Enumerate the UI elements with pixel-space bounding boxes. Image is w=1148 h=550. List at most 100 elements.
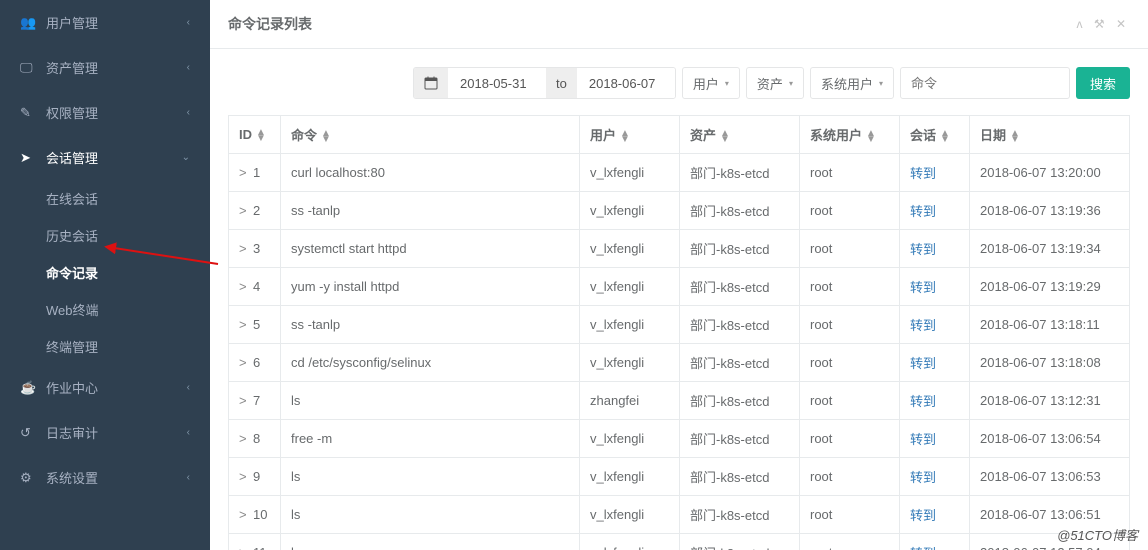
cell-session: 转到 <box>900 496 970 534</box>
cell-user: v_lxfengli <box>580 458 680 496</box>
cell-sysuser: root <box>800 496 900 534</box>
sort-icon: ▲▼ <box>720 131 730 143</box>
sidebar-subitem-2[interactable]: 命令记录 <box>0 254 210 291</box>
table-row: >6 cd /etc/sysconfig/selinux v_lxfengli … <box>229 344 1130 382</box>
table-row: >7 ls zhangfei 部门-k8s-etcd root 转到 2018-… <box>229 382 1130 420</box>
sidebar-item-6[interactable]: ⚙ 系统设置 ‹ <box>0 455 210 500</box>
cell-id: >7 <box>229 382 281 420</box>
expand-icon[interactable]: > <box>239 203 249 218</box>
nav-icon: ☕ <box>20 380 38 396</box>
table-row: >1 curl localhost:80 v_lxfengli 部门-k8s-e… <box>229 154 1130 192</box>
sort-icon: ▲▼ <box>866 131 876 143</box>
cell-sysuser: root <box>800 268 900 306</box>
nav-icon: ➤ <box>20 150 38 166</box>
session-goto-link[interactable]: 转到 <box>910 508 936 523</box>
cell-command: ss -tanlp <box>281 192 580 230</box>
main-content: 命令记录列表 ᴧ ⚒ ✕ to 用户 ▾ <box>210 0 1148 550</box>
col-command[interactable]: 命令▲▼ <box>281 116 580 154</box>
sidebar-subitem-3[interactable]: Web终端 <box>0 291 210 328</box>
search-button[interactable]: 搜索 <box>1076 67 1130 99</box>
cell-user: v_lxfengli <box>580 420 680 458</box>
expand-icon[interactable]: > <box>239 317 249 332</box>
cell-command: ls <box>281 496 580 534</box>
user-dropdown-label: 用户 <box>693 74 719 93</box>
session-goto-link[interactable]: 转到 <box>910 432 936 447</box>
expand-icon[interactable]: > <box>239 431 249 446</box>
sidebar-item-5[interactable]: ↺ 日志审计 ‹ <box>0 410 210 455</box>
asset-dropdown[interactable]: 资产 ▾ <box>746 67 804 99</box>
cell-user: v_lxfengli <box>580 344 680 382</box>
sidebar-item-4[interactable]: ☕ 作业中心 ‹ <box>0 365 210 410</box>
sidebar-item-3[interactable]: ➤ 会话管理 ⌄ <box>0 135 210 180</box>
date-to-input[interactable] <box>577 68 675 98</box>
sidebar-subitem-4[interactable]: 终端管理 <box>0 328 210 365</box>
nav-icon: 👥 <box>20 15 38 31</box>
cell-session: 转到 <box>900 192 970 230</box>
col-session[interactable]: 会话▲▼ <box>900 116 970 154</box>
cell-id: >3 <box>229 230 281 268</box>
cell-session: 转到 <box>900 154 970 192</box>
table-row: >4 yum -y install httpd v_lxfengli 部门-k8… <box>229 268 1130 306</box>
user-dropdown[interactable]: 用户 ▾ <box>682 67 740 99</box>
cell-date: 2018-06-07 13:18:08 <box>970 344 1130 382</box>
chevron-icon: ‹ <box>187 62 190 73</box>
cell-sysuser: root <box>800 382 900 420</box>
cell-session: 转到 <box>900 230 970 268</box>
cell-id: >10 <box>229 496 281 534</box>
panel-tools[interactable]: ᴧ ⚒ ✕ <box>1077 17 1130 31</box>
cell-date: 2018-06-07 13:20:00 <box>970 154 1130 192</box>
date-to-label: to <box>546 68 577 98</box>
nav-label: 系统设置 <box>46 468 187 487</box>
cell-command: yum -y install httpd <box>281 268 580 306</box>
expand-icon[interactable]: > <box>239 165 249 180</box>
session-goto-link[interactable]: 转到 <box>910 280 936 295</box>
cell-date: 2018-06-07 13:19:29 <box>970 268 1130 306</box>
expand-icon[interactable]: > <box>239 355 249 370</box>
asset-dropdown-label: 资产 <box>757 74 783 93</box>
date-range-picker[interactable]: to <box>413 67 676 99</box>
session-goto-link[interactable]: 转到 <box>910 394 936 409</box>
cell-id: >8 <box>229 420 281 458</box>
sysuser-dropdown[interactable]: 系统用户 ▾ <box>810 67 894 99</box>
session-goto-link[interactable]: 转到 <box>910 318 936 333</box>
expand-icon[interactable]: > <box>239 469 249 484</box>
cell-date: 2018-06-07 13:19:36 <box>970 192 1130 230</box>
cell-session: 转到 <box>900 344 970 382</box>
col-id[interactable]: ID▲▼ <box>229 116 281 154</box>
cell-session: 转到 <box>900 306 970 344</box>
cell-user: v_lxfengli <box>580 154 680 192</box>
date-from-input[interactable] <box>448 68 546 98</box>
nav-icon: 🖵 <box>20 60 38 76</box>
cell-command: ss -tanlp <box>281 306 580 344</box>
expand-icon[interactable]: > <box>239 393 249 408</box>
expand-icon[interactable]: > <box>239 279 249 294</box>
session-goto-link[interactable]: 转到 <box>910 242 936 257</box>
chevron-down-icon: ▾ <box>879 79 883 88</box>
cell-date: 2018-06-07 13:06:54 <box>970 420 1130 458</box>
session-goto-link[interactable]: 转到 <box>910 470 936 485</box>
expand-icon[interactable]: > <box>239 241 249 256</box>
expand-icon[interactable]: > <box>239 507 249 522</box>
sidebar-item-1[interactable]: 🖵 资产管理 ‹ <box>0 45 210 90</box>
command-search-input[interactable] <box>900 67 1070 99</box>
sidebar-subitem-0[interactable]: 在线会话 <box>0 180 210 217</box>
session-goto-link[interactable]: 转到 <box>910 546 936 550</box>
sidebar-subitem-1[interactable]: 历史会话 <box>0 217 210 254</box>
cell-session: 转到 <box>900 268 970 306</box>
col-sysuser[interactable]: 系统用户▲▼ <box>800 116 900 154</box>
sidebar-item-2[interactable]: ✎ 权限管理 ‹ <box>0 90 210 135</box>
col-user[interactable]: 用户▲▼ <box>580 116 680 154</box>
session-goto-link[interactable]: 转到 <box>910 166 936 181</box>
command-table: ID▲▼ 命令▲▼ 用户▲▼ 资产▲▼ 系统用户▲▼ 会话▲▼ 日期▲▼ >1 … <box>228 115 1130 550</box>
cell-id: >2 <box>229 192 281 230</box>
cell-asset: 部门-k8s-etcd <box>680 192 800 230</box>
cell-date: 2018-06-07 13:12:31 <box>970 382 1130 420</box>
cell-command: curl localhost:80 <box>281 154 580 192</box>
session-goto-link[interactable]: 转到 <box>910 204 936 219</box>
sort-icon: ▲▼ <box>620 131 630 143</box>
expand-icon[interactable]: > <box>239 545 249 550</box>
col-asset[interactable]: 资产▲▼ <box>680 116 800 154</box>
sidebar-item-0[interactable]: 👥 用户管理 ‹ <box>0 0 210 45</box>
col-date[interactable]: 日期▲▼ <box>970 116 1130 154</box>
session-goto-link[interactable]: 转到 <box>910 356 936 371</box>
